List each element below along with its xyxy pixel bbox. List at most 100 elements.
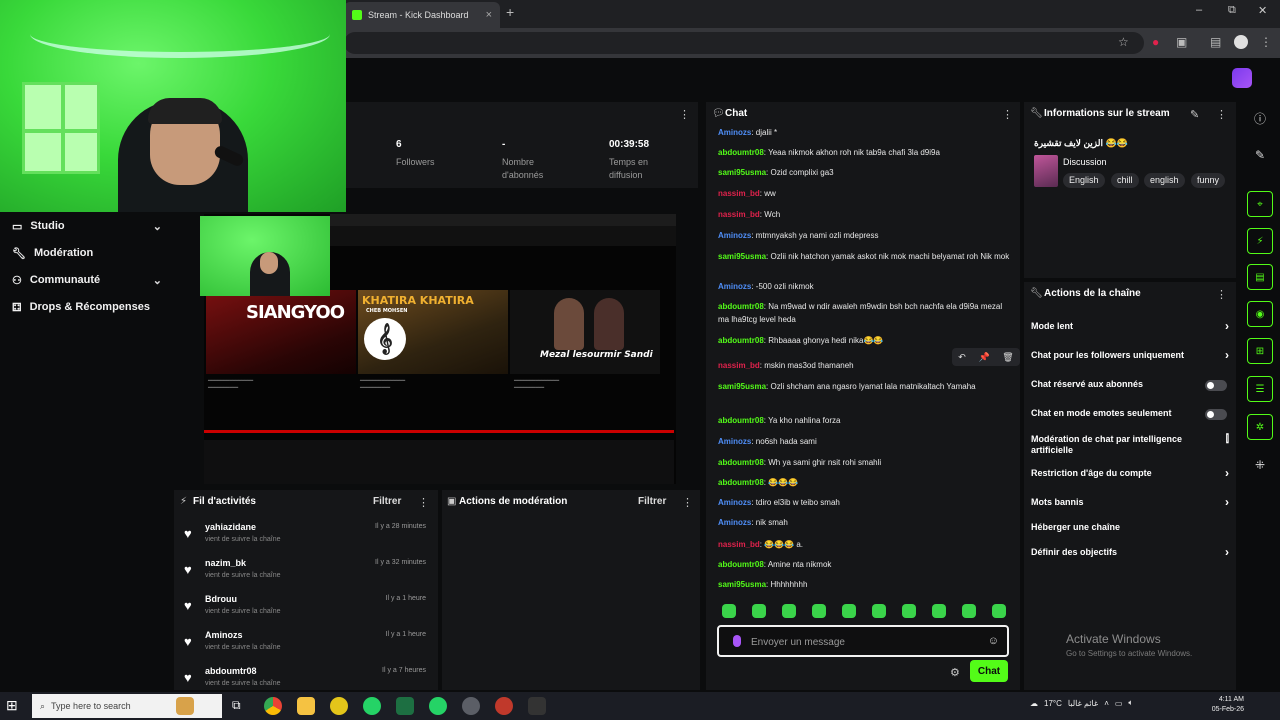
chat-message[interactable]: Aminozs: nik smah	[718, 516, 1014, 529]
sidebar-item-drops[interactable]: ⚃ Drops & Récompenses	[12, 297, 162, 317]
sidebar-item-community[interactable]: ⚇ Communauté ⌄	[12, 270, 162, 290]
extension-icon[interactable]: ▣	[1176, 35, 1187, 49]
sidebar-panel-icon[interactable]: ▤	[1210, 35, 1221, 49]
microphone-icon[interactable]	[733, 635, 741, 647]
crosshair-icon[interactable]: ⌖	[1247, 191, 1273, 217]
chat-username[interactable]: abdoumtr08	[718, 416, 764, 425]
channel-action-banned-words[interactable]: Mots bannis ›	[1031, 496, 1229, 508]
emote-icon[interactable]	[902, 604, 916, 618]
chat-message[interactable]: sami95usma: Ozli shcham ana ngasro lyama…	[718, 380, 1014, 393]
excel-icon[interactable]	[396, 697, 414, 715]
chat-message[interactable]: abdoumtr08: Wh ya sami ghir nsit rohi sm…	[718, 456, 1014, 469]
tray-arrow-icon[interactable]: ˄	[1104, 699, 1109, 708]
chat-username[interactable]: Aminozs	[718, 128, 751, 137]
wrench-icon[interactable]: ✲	[1247, 414, 1273, 440]
address-bar[interactable]	[344, 32, 1144, 54]
chat-username[interactable]: sami95usma	[718, 252, 766, 261]
chat-message[interactable]: abdoumtr08: Rhbaaaa ghonya hedi nika😂😂	[718, 334, 1014, 347]
chat-menu-icon[interactable]: ⋮	[1002, 108, 1013, 121]
chat-message[interactable]: abdoumtr08: Yeaa nikmok akhon roh nik ta…	[718, 146, 1014, 159]
chat-message[interactable]: abdoumtr08: Amine nta nikmok	[718, 558, 1014, 571]
taskbar-clock[interactable]: 4:11 AM 05-Feb-26	[1200, 695, 1244, 715]
activity-menu-icon[interactable]: ⋮	[418, 496, 429, 509]
chat-message[interactable]: Aminozs: no6sh hada sami	[718, 435, 1014, 448]
chat-message[interactable]: abdoumtr08: Ya kho nahlina forza	[718, 414, 1014, 427]
chat-message[interactable]: nassim_bd: Wch	[718, 208, 1014, 221]
category-thumbnail[interactable]	[1034, 155, 1058, 187]
browser-menu-icon[interactable]: ⋮	[1260, 35, 1272, 49]
stream-info-menu-icon[interactable]: ⋮	[1216, 108, 1227, 121]
follower-name[interactable]: nazim_bk	[205, 558, 246, 568]
minimize-button[interactable]: –	[1196, 4, 1202, 16]
chat-message[interactable]: abdoumtr08: 😂😂😂	[718, 476, 1014, 489]
chat-username[interactable]: abdoumtr08	[718, 336, 764, 345]
undo-icon[interactable]: ↶	[958, 352, 966, 363]
chat-message[interactable]: sami95usma: Ozid complixi ga3	[718, 166, 1014, 179]
pin-icon[interactable]: 📌	[978, 352, 989, 363]
chat-username[interactable]: sami95usma	[718, 382, 766, 391]
follower-name[interactable]: Bdrouu	[205, 594, 237, 604]
emote-icon[interactable]	[992, 604, 1006, 618]
moderation-menu-icon[interactable]: ⋮	[682, 496, 693, 509]
chat-username[interactable]: Aminozs	[718, 231, 751, 240]
stream-tag[interactable]: english	[1144, 173, 1185, 188]
emoji-picker-icon[interactable]: ☺	[988, 635, 999, 647]
add-widget-icon[interactable]: ⁜	[1247, 452, 1273, 478]
channel-action-host[interactable]: Héberger une chaîne	[1031, 522, 1229, 533]
stream-tag[interactable]: chill	[1111, 173, 1139, 188]
new-tab-button[interactable]: +	[506, 4, 514, 20]
follower-name[interactable]: Aminozs	[205, 630, 243, 640]
moderation-filter-button[interactable]: Filtrer	[638, 496, 666, 507]
emotes-only-toggle[interactable]	[1205, 409, 1227, 420]
emote-icon[interactable]	[812, 604, 826, 618]
profile-avatar[interactable]	[1234, 35, 1248, 49]
chat-username[interactable]: Aminozs	[718, 498, 751, 507]
channel-action-age-restriction[interactable]: Restriction d'âge du compte ›	[1031, 467, 1229, 479]
chat-username[interactable]: abdoumtr08	[718, 148, 764, 157]
chat-username[interactable]: nassim_bd	[718, 189, 760, 198]
chat-message[interactable]: Aminozs: tdiro el3ib w teibo smah	[718, 496, 1014, 509]
sidebar-item-studio[interactable]: ▭ Studio ⌄	[12, 216, 162, 236]
chat-username[interactable]: sami95usma	[718, 580, 766, 589]
activity-filter-button[interactable]: Filtrer	[373, 496, 401, 507]
capcut-icon[interactable]	[528, 697, 546, 715]
chat-message[interactable]: sami95usma: Ozlii nik hatchon yamak asko…	[718, 250, 1014, 263]
volume-icon[interactable]: 🔈︎	[1128, 698, 1133, 708]
stream-key-icon[interactable]: ⊞	[1247, 338, 1273, 364]
file-explorer-icon[interactable]	[297, 697, 315, 715]
close-window-button[interactable]: ✕	[1258, 4, 1267, 17]
chat-message-input[interactable]	[751, 633, 981, 651]
chat-icon[interactable]: ◉	[1247, 301, 1273, 327]
stream-tag[interactable]: English	[1063, 173, 1105, 188]
layers-icon[interactable]: ☰	[1247, 376, 1273, 402]
chat-username[interactable]: Aminozs	[718, 282, 751, 291]
lightning-icon[interactable]: ⚡︎	[1247, 228, 1273, 254]
chat-username[interactable]: nassim_bd	[718, 210, 760, 219]
chat-username[interactable]: nassim_bd	[718, 361, 760, 370]
chat-username[interactable]: abdoumtr08	[718, 560, 764, 569]
emote-icon[interactable]	[962, 604, 976, 618]
bookmark-star-icon[interactable]: ☆	[1118, 35, 1129, 49]
edit-pencil-icon[interactable]: ✎	[1190, 108, 1199, 121]
extension-record-icon[interactable]: ●	[1152, 35, 1159, 49]
follower-name[interactable]: abdoumtr08	[205, 666, 257, 676]
chat-username[interactable]: nassim_bd	[718, 540, 760, 549]
channel-actions-menu-icon[interactable]: ⋮	[1216, 288, 1227, 301]
send-chat-button[interactable]: Chat	[970, 660, 1008, 682]
tab-close-icon[interactable]: ×	[486, 9, 492, 21]
task-view-icon[interactable]: ⧉	[232, 698, 241, 713]
chat-message[interactable]: Aminozs: -500 ozli nikmok	[718, 280, 1014, 293]
whatsapp-icon[interactable]	[429, 697, 447, 715]
browser-tab[interactable]: Stream - Kick Dashboard ×	[344, 2, 500, 28]
pencil-icon[interactable]: ✎	[1247, 142, 1273, 168]
stream-tag[interactable]: funny	[1191, 173, 1226, 188]
chat-message[interactable]: abdoumtr08: Na m9wad w ndir awaleh m9wdi…	[718, 300, 1014, 326]
network-icon[interactable]: ▭	[1115, 699, 1123, 708]
document-icon[interactable]: ▤	[1247, 264, 1273, 290]
stats-menu-icon[interactable]: ⋮	[679, 108, 690, 121]
whatsapp-icon[interactable]	[363, 697, 381, 715]
chat-username[interactable]: abdoumtr08	[718, 458, 764, 467]
chat-message[interactable]: nassim_bd: 😂😂😂 a.	[718, 538, 1014, 551]
emote-icon[interactable]	[932, 604, 946, 618]
channel-action-followers-only[interactable]: Chat pour les followers uniquement ›	[1031, 349, 1229, 361]
